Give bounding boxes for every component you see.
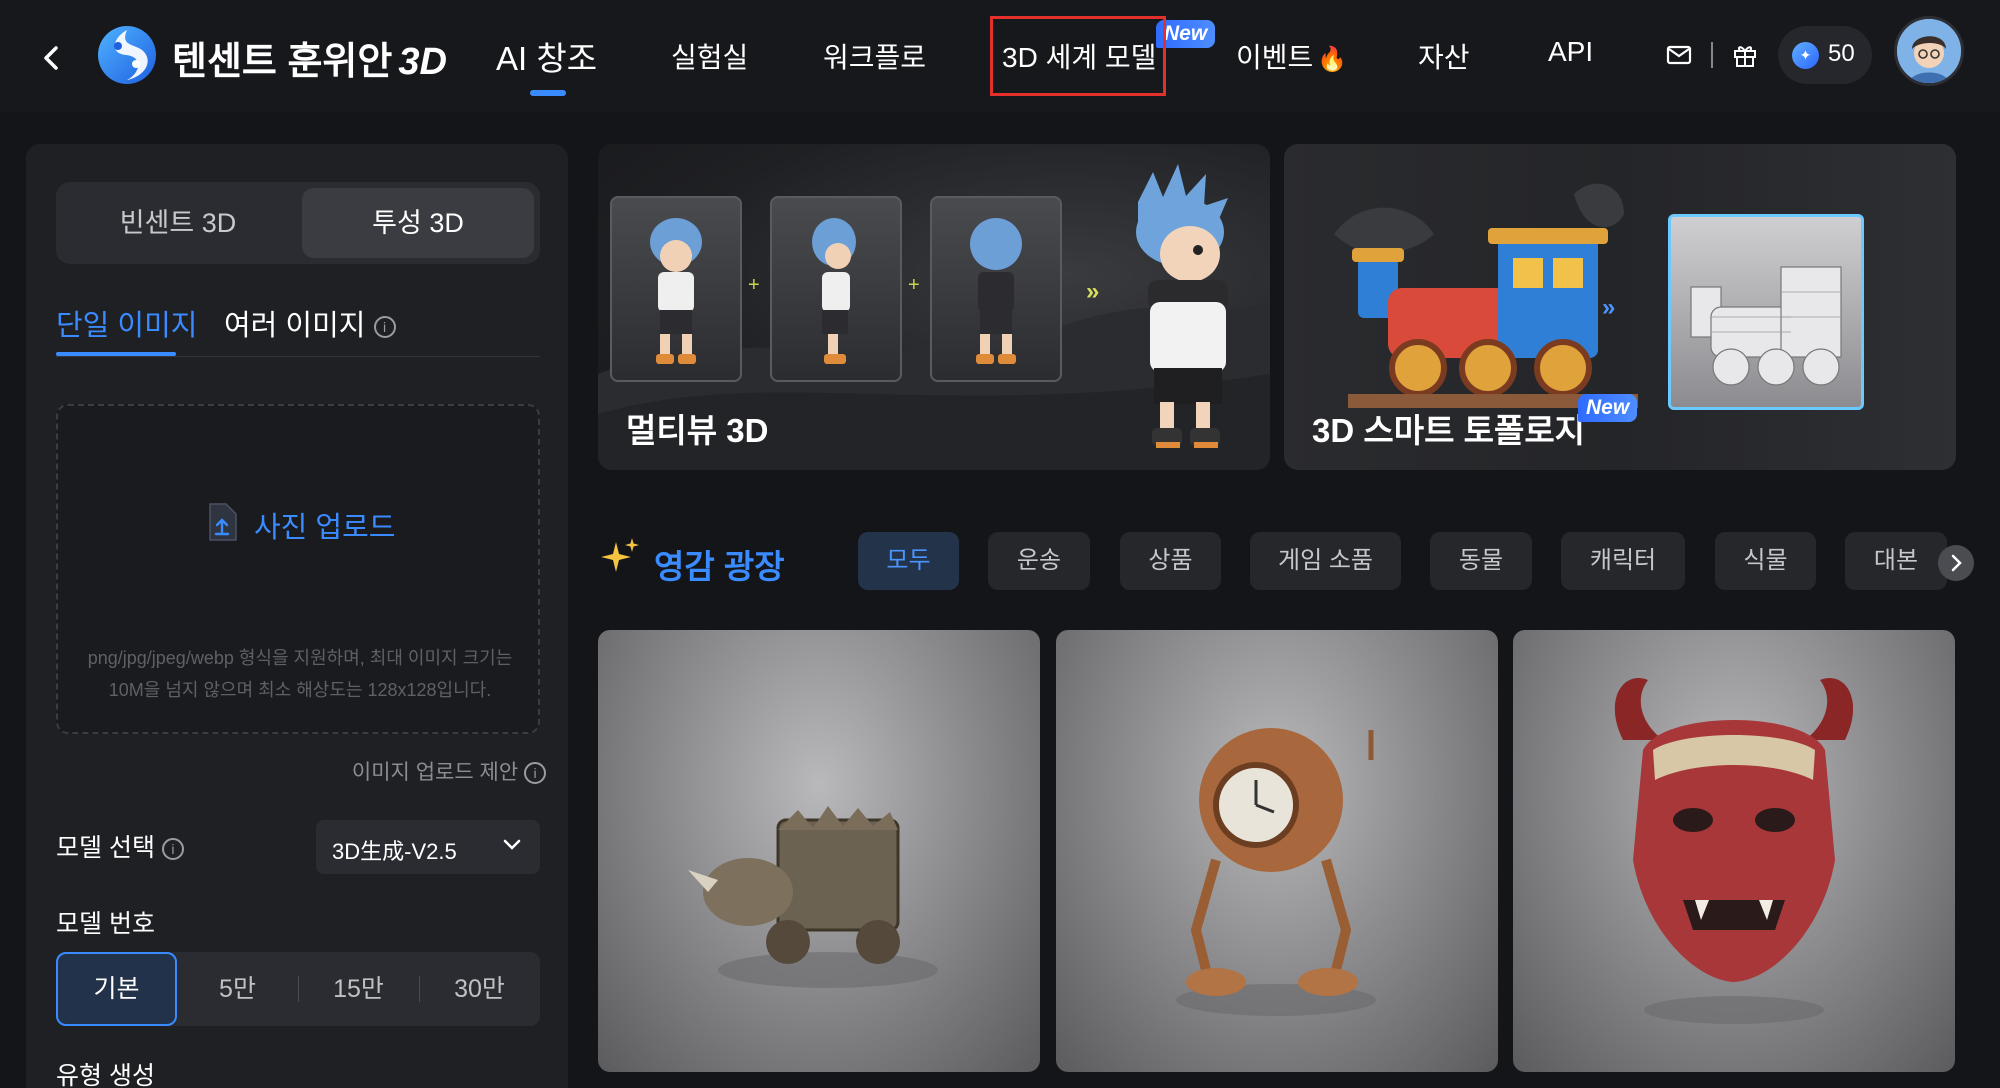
scroll-right-button[interactable] [1938,545,1974,581]
arrow-right-icon: » [1602,294,1616,321]
category-animals[interactable]: 동물 [1430,532,1532,590]
nav-events[interactable]: 이벤트 🔥 [1236,36,1347,76]
category-products[interactable]: 상품 [1120,532,1221,590]
nav-workflow[interactable]: 워크플로 [823,36,926,76]
plus-icon: + [908,274,920,296]
banner-title: 멀티뷰 3D [626,412,769,449]
category-plants[interactable]: 식물 [1715,532,1816,590]
tab-single-image[interactable]: 단일 이미지 [56,302,197,344]
nav-active-indicator [530,90,566,96]
gift-icon[interactable] [1732,42,1758,68]
gallery-card-clock-robot[interactable] [1056,630,1498,1072]
tab-text-to-3d[interactable]: 빈센트 3D [62,188,294,258]
category-all[interactable]: 모두 [858,532,959,590]
back-icon[interactable] [36,38,66,78]
model-number-300k[interactable]: 30만 [419,952,540,1026]
tab-image-to-3d[interactable]: 투성 3D [302,188,534,258]
credits-pill[interactable]: ✦ 50 [1778,26,1872,84]
model-select-label: 모델 선택 i [56,828,184,864]
train-mesh-preview [1668,214,1864,410]
highlight-box [990,16,1166,96]
credits-count: 50 [1828,40,1855,67]
divider [56,356,540,357]
new-badge: New [1578,394,1638,422]
model-select[interactable]: 3D生成-V2.5 [316,820,540,874]
mode-segment: 빈센트 3D 투성 3D [56,182,540,264]
tab-multi-image[interactable]: 여러 이미지 i [224,302,396,344]
upload-dropzone[interactable]: 사진 업로드 png/jpg/jpeg/webp 형식을 지원하며, 최대 이미… [56,404,540,734]
sparkle-icon [601,538,639,572]
category-scripts[interactable]: 대본 [1845,532,1947,590]
upload-hint: png/jpg/jpeg/webp 형식을 지원하며, 최대 이미지 크기는 1… [87,648,513,700]
model-number-default[interactable]: 기본 [56,952,177,1026]
model-number-label: 모델 번호 [56,910,155,938]
category-game-props[interactable]: 게임 소품 [1250,532,1401,590]
category-characters[interactable]: 캐릭터 [1561,532,1685,590]
top-navbar: 텐센트 훈위안 3D AI 창조 실험실 워크플로 3D 세계 모델 New 이벤… [0,0,2000,112]
divider [1711,42,1713,68]
gallery-card-oni-mask[interactable] [1513,630,1955,1072]
hunyuan-logo[interactable] [96,24,158,86]
upload-label[interactable]: 사진 업로드 [254,504,395,546]
model-number-selector: 기본 5만 15만 30만 [56,952,540,1026]
generation-panel: 빈센트 3D 투성 3D 단일 이미지 여러 이미지 i 사진 업로드 png/… [26,144,568,1088]
type-generation-label: 유형 생성 [56,1062,155,1088]
view-side-thumbnail [770,196,902,382]
avatar[interactable] [1894,16,1964,86]
view-front-thumbnail [610,196,742,382]
brand-name: 텐센트 훈위안 3D [172,41,447,83]
fire-icon: 🔥 [1317,46,1348,73]
info-icon[interactable]: i [373,316,396,339]
plus-icon: + [748,274,760,296]
upload-suggestion-link[interactable]: 이미지 업로드 제안 i [352,756,546,786]
model-number-50k[interactable]: 5만 [177,952,298,1026]
gallery-card-rhino-cart[interactable] [598,630,1040,1072]
subtab-indicator [56,352,176,356]
model-number-150k[interactable]: 15만 [298,952,419,1026]
credit-icon: ✦ [1792,42,1819,69]
section-title: 영감 광장 [654,548,785,585]
mail-icon[interactable] [1666,44,1692,66]
nav-api[interactable]: API [1548,36,1593,68]
nav-ai-create[interactable]: AI 창조 [496,32,597,80]
info-icon: i [524,762,546,785]
upload-icon [209,503,237,541]
view-back-thumbnail [930,196,1062,382]
banner-title: 3D 스마트 토폴로지 [1312,412,1586,449]
nav-assets[interactable]: 자산 [1418,36,1470,76]
info-icon[interactable]: i [161,838,184,861]
chevron-down-icon [503,839,521,850]
character-render [1136,164,1228,448]
nav-lab[interactable]: 실험실 [671,36,748,76]
banner-multiview-3d[interactable]: + + » 멀티뷰 3D [598,144,1270,470]
banner-smart-topology[interactable]: » 3D 스마트 토폴로지 New [1284,144,1956,470]
chevron-right-icon [1951,554,1962,572]
category-transport[interactable]: 운송 [988,532,1090,590]
